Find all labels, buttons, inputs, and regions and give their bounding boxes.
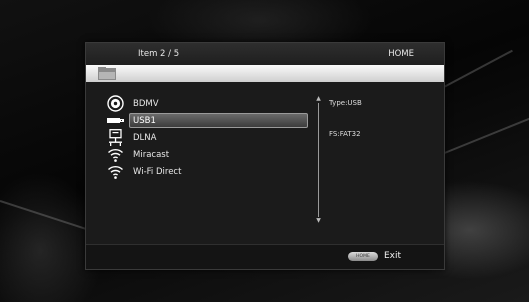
file-system: FS:FAT32 <box>329 130 361 138</box>
footer-divider <box>86 244 444 245</box>
list-item-label: BDMV <box>133 99 159 109</box>
exit-label[interactable]: Exit <box>384 251 401 261</box>
item-counter: Item 2 / 5 <box>138 49 180 59</box>
list-item-dlna[interactable]: DLNA <box>102 129 306 146</box>
disc-icon <box>107 95 124 112</box>
scroll-down-arrow-icon[interactable]: ▼ <box>315 218 322 224</box>
list-scrollbar[interactable]: ▲ ▼ <box>315 96 322 224</box>
path-bar <box>86 65 444 82</box>
list-item-label: Wi-Fi Direct <box>133 167 182 177</box>
list-item-bdmv[interactable]: BDMV <box>102 95 306 112</box>
home-menu-panel: Item 2 / 5 HOME BDMV USB1 DLNA Miracast … <box>85 42 445 270</box>
folder-icon <box>98 67 116 80</box>
device-type: Type:USB <box>329 99 362 107</box>
list-item-miracast[interactable]: Miracast <box>102 146 306 163</box>
network-server-icon <box>109 129 122 146</box>
wifi-icon <box>108 148 123 162</box>
wifi-icon <box>108 165 123 179</box>
screen-title: HOME <box>388 49 414 59</box>
usb-icon <box>107 118 124 123</box>
list-item-wifi-direct[interactable]: Wi-Fi Direct <box>102 163 306 180</box>
list-item-label: Miracast <box>133 150 170 160</box>
home-key-icon[interactable]: HOME <box>348 252 378 261</box>
scrollbar-track <box>318 103 319 217</box>
list-item-label: DLNA <box>133 133 157 143</box>
scroll-up-arrow-icon[interactable]: ▲ <box>315 96 322 102</box>
list-item-label: USB1 <box>133 116 156 126</box>
panel-header: Item 2 / 5 HOME <box>86 43 444 65</box>
list-item-usb1[interactable]: USB1 <box>102 112 308 129</box>
panel-footer: HOME Exit <box>86 244 444 269</box>
